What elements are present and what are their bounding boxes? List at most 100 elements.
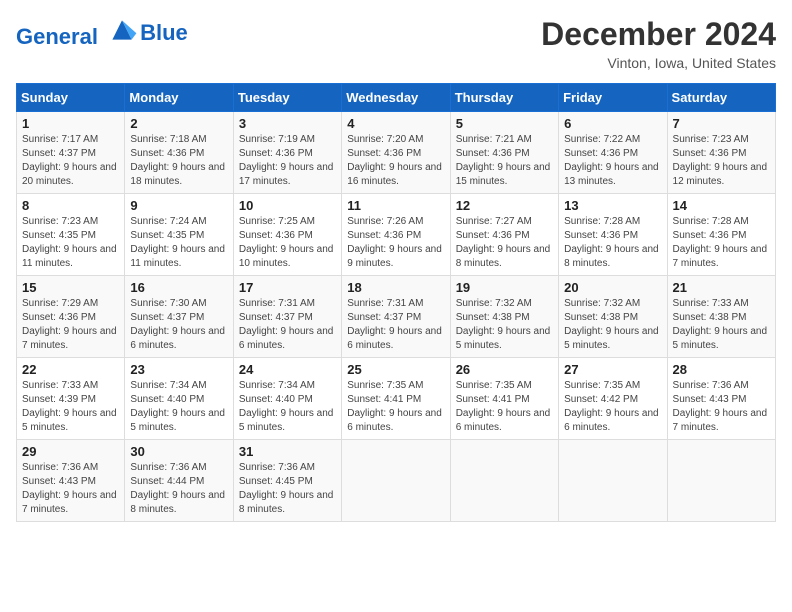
day-number: 18 (347, 280, 444, 295)
calendar-cell (667, 440, 775, 522)
day-info: Sunrise: 7:36 AMSunset: 4:43 PMDaylight:… (22, 461, 119, 517)
day-info: Sunrise: 7:31 AMSunset: 4:37 PMDaylight:… (347, 297, 444, 353)
logo-text2: Blue (140, 21, 188, 45)
calendar-cell: 21 Sunrise: 7:33 AMSunset: 4:38 PMDaylig… (667, 276, 775, 358)
day-number: 30 (130, 444, 227, 459)
calendar-cell: 24 Sunrise: 7:34 AMSunset: 4:40 PMDaylig… (233, 358, 341, 440)
calendar-cell: 13 Sunrise: 7:28 AMSunset: 4:36 PMDaylig… (559, 194, 667, 276)
day-number: 19 (456, 280, 553, 295)
day-number: 21 (673, 280, 770, 295)
day-number: 5 (456, 116, 553, 131)
day-info: Sunrise: 7:19 AMSunset: 4:36 PMDaylight:… (239, 133, 336, 189)
day-info: Sunrise: 7:29 AMSunset: 4:36 PMDaylight:… (22, 297, 119, 353)
logo-icon (106, 16, 138, 44)
calendar-cell: 25 Sunrise: 7:35 AMSunset: 4:41 PMDaylig… (342, 358, 450, 440)
day-info: Sunrise: 7:34 AMSunset: 4:40 PMDaylight:… (130, 379, 227, 435)
calendar-week-1: 8 Sunrise: 7:23 AMSunset: 4:35 PMDayligh… (17, 194, 776, 276)
day-info: Sunrise: 7:25 AMSunset: 4:36 PMDaylight:… (239, 215, 336, 271)
calendar-cell: 14 Sunrise: 7:28 AMSunset: 4:36 PMDaylig… (667, 194, 775, 276)
day-info: Sunrise: 7:34 AMSunset: 4:40 PMDaylight:… (239, 379, 336, 435)
calendar-cell: 12 Sunrise: 7:27 AMSunset: 4:36 PMDaylig… (450, 194, 558, 276)
calendar-week-3: 22 Sunrise: 7:33 AMSunset: 4:39 PMDaylig… (17, 358, 776, 440)
weekday-sunday: Sunday (17, 84, 125, 112)
calendar-cell: 23 Sunrise: 7:34 AMSunset: 4:40 PMDaylig… (125, 358, 233, 440)
day-number: 6 (564, 116, 661, 131)
day-number: 25 (347, 362, 444, 377)
calendar-cell: 26 Sunrise: 7:35 AMSunset: 4:41 PMDaylig… (450, 358, 558, 440)
month-title: December 2024 (541, 16, 776, 53)
day-number: 15 (22, 280, 119, 295)
calendar-cell: 1 Sunrise: 7:17 AMSunset: 4:37 PMDayligh… (17, 112, 125, 194)
calendar-cell: 30 Sunrise: 7:36 AMSunset: 4:44 PMDaylig… (125, 440, 233, 522)
day-number: 27 (564, 362, 661, 377)
weekday-saturday: Saturday (667, 84, 775, 112)
day-number: 31 (239, 444, 336, 459)
calendar-cell: 10 Sunrise: 7:25 AMSunset: 4:36 PMDaylig… (233, 194, 341, 276)
calendar-week-2: 15 Sunrise: 7:29 AMSunset: 4:36 PMDaylig… (17, 276, 776, 358)
day-info: Sunrise: 7:22 AMSunset: 4:36 PMDaylight:… (564, 133, 661, 189)
calendar-cell: 20 Sunrise: 7:32 AMSunset: 4:38 PMDaylig… (559, 276, 667, 358)
day-info: Sunrise: 7:33 AMSunset: 4:38 PMDaylight:… (673, 297, 770, 353)
calendar-cell: 16 Sunrise: 7:30 AMSunset: 4:37 PMDaylig… (125, 276, 233, 358)
calendar-cell: 19 Sunrise: 7:32 AMSunset: 4:38 PMDaylig… (450, 276, 558, 358)
day-info: Sunrise: 7:35 AMSunset: 4:42 PMDaylight:… (564, 379, 661, 435)
title-block: December 2024 Vinton, Iowa, United State… (541, 16, 776, 71)
weekday-tuesday: Tuesday (233, 84, 341, 112)
calendar-cell: 27 Sunrise: 7:35 AMSunset: 4:42 PMDaylig… (559, 358, 667, 440)
calendar-cell: 15 Sunrise: 7:29 AMSunset: 4:36 PMDaylig… (17, 276, 125, 358)
calendar-cell: 28 Sunrise: 7:36 AMSunset: 4:43 PMDaylig… (667, 358, 775, 440)
day-number: 10 (239, 198, 336, 213)
day-number: 14 (673, 198, 770, 213)
calendar-cell: 4 Sunrise: 7:20 AMSunset: 4:36 PMDayligh… (342, 112, 450, 194)
day-info: Sunrise: 7:28 AMSunset: 4:36 PMDaylight:… (673, 215, 770, 271)
calendar-cell: 29 Sunrise: 7:36 AMSunset: 4:43 PMDaylig… (17, 440, 125, 522)
calendar-week-4: 29 Sunrise: 7:36 AMSunset: 4:43 PMDaylig… (17, 440, 776, 522)
day-number: 2 (130, 116, 227, 131)
calendar-cell: 5 Sunrise: 7:21 AMSunset: 4:36 PMDayligh… (450, 112, 558, 194)
calendar-cell: 7 Sunrise: 7:23 AMSunset: 4:36 PMDayligh… (667, 112, 775, 194)
day-info: Sunrise: 7:17 AMSunset: 4:37 PMDaylight:… (22, 133, 119, 189)
location: Vinton, Iowa, United States (541, 55, 776, 71)
calendar-cell: 11 Sunrise: 7:26 AMSunset: 4:36 PMDaylig… (342, 194, 450, 276)
calendar-cell: 22 Sunrise: 7:33 AMSunset: 4:39 PMDaylig… (17, 358, 125, 440)
day-number: 7 (673, 116, 770, 131)
calendar-cell: 3 Sunrise: 7:19 AMSunset: 4:36 PMDayligh… (233, 112, 341, 194)
calendar-week-0: 1 Sunrise: 7:17 AMSunset: 4:37 PMDayligh… (17, 112, 776, 194)
day-info: Sunrise: 7:35 AMSunset: 4:41 PMDaylight:… (347, 379, 444, 435)
calendar-cell: 8 Sunrise: 7:23 AMSunset: 4:35 PMDayligh… (17, 194, 125, 276)
day-number: 17 (239, 280, 336, 295)
day-number: 13 (564, 198, 661, 213)
day-info: Sunrise: 7:36 AMSunset: 4:45 PMDaylight:… (239, 461, 336, 517)
day-info: Sunrise: 7:23 AMSunset: 4:36 PMDaylight:… (673, 133, 770, 189)
calendar-cell: 6 Sunrise: 7:22 AMSunset: 4:36 PMDayligh… (559, 112, 667, 194)
day-number: 22 (22, 362, 119, 377)
weekday-friday: Friday (559, 84, 667, 112)
day-number: 12 (456, 198, 553, 213)
calendar-cell: 17 Sunrise: 7:31 AMSunset: 4:37 PMDaylig… (233, 276, 341, 358)
calendar-cell: 9 Sunrise: 7:24 AMSunset: 4:35 PMDayligh… (125, 194, 233, 276)
day-number: 26 (456, 362, 553, 377)
logo: General Blue (16, 16, 188, 49)
day-number: 24 (239, 362, 336, 377)
day-info: Sunrise: 7:36 AMSunset: 4:44 PMDaylight:… (130, 461, 227, 517)
weekday-monday: Monday (125, 84, 233, 112)
day-info: Sunrise: 7:35 AMSunset: 4:41 PMDaylight:… (456, 379, 553, 435)
weekday-header-row: SundayMondayTuesdayWednesdayThursdayFrid… (17, 84, 776, 112)
day-number: 16 (130, 280, 227, 295)
logo-text: General (16, 16, 138, 49)
day-number: 9 (130, 198, 227, 213)
day-info: Sunrise: 7:32 AMSunset: 4:38 PMDaylight:… (564, 297, 661, 353)
day-number: 23 (130, 362, 227, 377)
day-number: 4 (347, 116, 444, 131)
calendar-cell: 18 Sunrise: 7:31 AMSunset: 4:37 PMDaylig… (342, 276, 450, 358)
calendar-cell (342, 440, 450, 522)
day-info: Sunrise: 7:23 AMSunset: 4:35 PMDaylight:… (22, 215, 119, 271)
day-info: Sunrise: 7:18 AMSunset: 4:36 PMDaylight:… (130, 133, 227, 189)
day-info: Sunrise: 7:31 AMSunset: 4:37 PMDaylight:… (239, 297, 336, 353)
day-info: Sunrise: 7:36 AMSunset: 4:43 PMDaylight:… (673, 379, 770, 435)
day-info: Sunrise: 7:26 AMSunset: 4:36 PMDaylight:… (347, 215, 444, 271)
day-number: 11 (347, 198, 444, 213)
day-number: 28 (673, 362, 770, 377)
calendar-cell: 2 Sunrise: 7:18 AMSunset: 4:36 PMDayligh… (125, 112, 233, 194)
day-info: Sunrise: 7:28 AMSunset: 4:36 PMDaylight:… (564, 215, 661, 271)
